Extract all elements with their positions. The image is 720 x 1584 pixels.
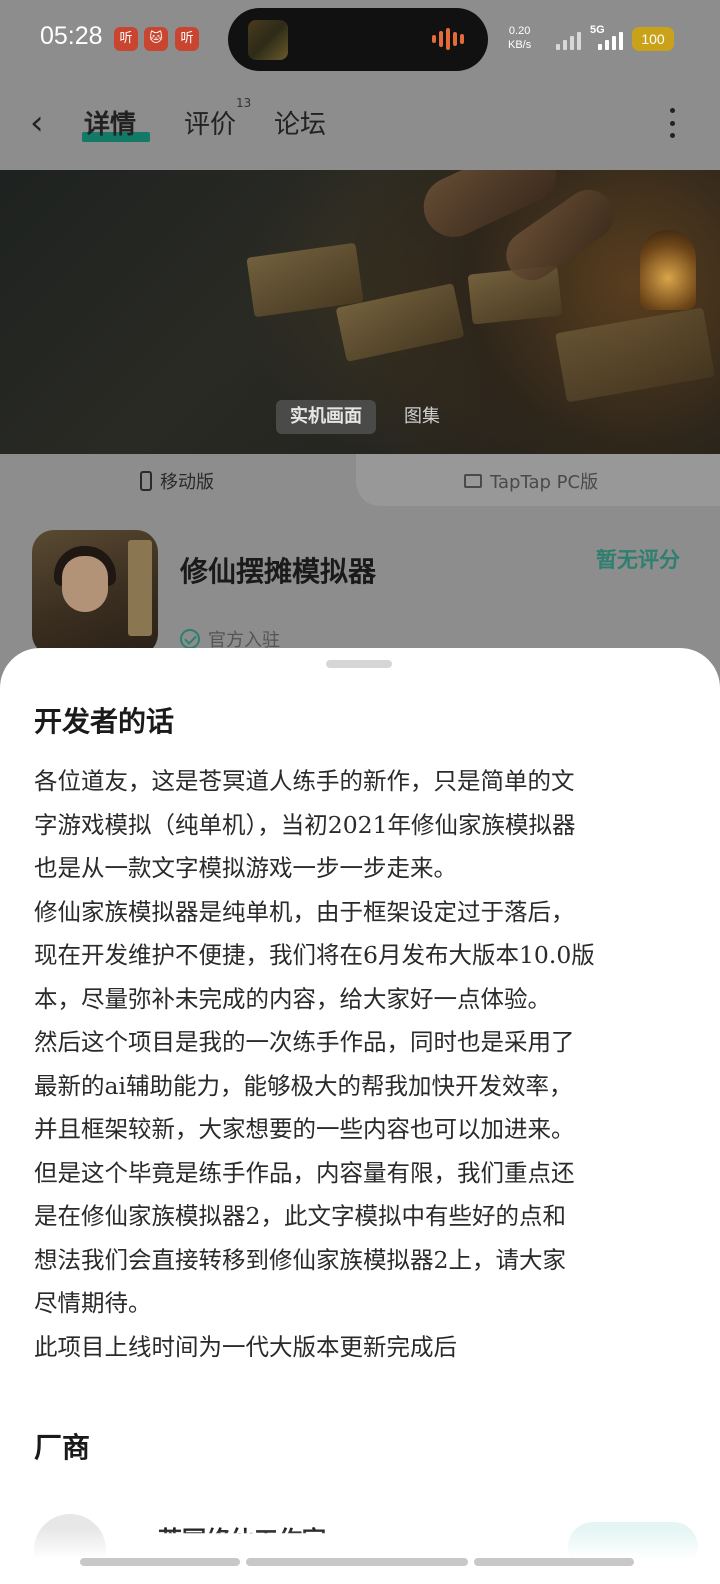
tab-details[interactable]: 详情 [84, 104, 136, 141]
app-name: 修仙摆摊模拟器 [180, 555, 377, 588]
phone-icon [140, 471, 152, 491]
notes-line: 是在修仙家族模拟器2，此文字模拟中有些好的点和 [34, 1202, 566, 1230]
lantern-image [640, 230, 696, 310]
net-speed: 0.20 KB/s [508, 24, 531, 52]
app-rating: 暂无评分 [596, 548, 680, 572]
vendor-section-title: 厂商 [34, 1431, 91, 1464]
app-icon [32, 530, 158, 656]
battery-icon: 100 [632, 27, 674, 51]
monitor-icon [464, 474, 482, 488]
notes-line: 并且框架较新，大家想要的一些内容也可以加进来。 [34, 1115, 575, 1143]
system-nav-bar [0, 1554, 720, 1566]
signal-icon-5g [598, 30, 623, 50]
platform-mobile-label: 移动版 [160, 472, 214, 493]
notes-line: 此项目上线时间为一代大版本更新完成后 [34, 1332, 457, 1361]
nav-segment[interactable] [80, 1558, 240, 1566]
tab-gameplay-footage[interactable]: 实机画面 [276, 400, 376, 434]
status-time: 05:28 [40, 22, 103, 50]
platform-switch: 移动版 TapTap PC版 [0, 454, 720, 506]
reviews-count: 13 [236, 96, 252, 110]
net-speed-unit: KB/s [508, 39, 532, 51]
media-thumbnail [248, 20, 288, 60]
notes-line: 然后这个项目是我的一次练手作品，同时也是采用了 [34, 1028, 575, 1056]
tab-reviews[interactable]: 评价 [184, 104, 236, 141]
notes-line: 各位道友，这是苍冥道人练手的新作，只是简单的文 [34, 767, 575, 795]
notes-line: 现在开发维护不便捷，我们将在6月发布大版本10.0版 [34, 941, 595, 969]
sheet-title: 开发者的话 [34, 705, 175, 738]
tab-gallery[interactable]: 图集 [390, 400, 454, 434]
nav-segment[interactable] [474, 1558, 634, 1566]
platform-mobile[interactable]: 移动版 [140, 468, 214, 494]
notes-line: 修仙家族模拟器是纯单机，由于框架设定过于落后， [34, 897, 575, 926]
notes-line: 尽情期待。 [34, 1289, 152, 1317]
notes-line: 本，尽量弥补未完成的内容，给大家好一点体验。 [34, 984, 551, 1013]
platform-pc-label: TapTap PC版 [490, 472, 599, 493]
platform-pc[interactable]: TapTap PC版 [464, 468, 598, 494]
top-nav: ‹ 详情 评价 13 论坛 [0, 88, 720, 158]
dynamic-island[interactable] [228, 8, 488, 71]
developer-notes-sheet: 开发者的话 各位道友，这是苍冥道人练手的新作，只是简单的文 字游戏模拟（纯单机）… [0, 648, 720, 1584]
nav-segment[interactable] [246, 1558, 468, 1566]
notes-line: 最新的ai辅助能力，能够极大的帮我加快开发效率， [34, 1071, 573, 1100]
sheet-drag-handle[interactable] [326, 660, 392, 668]
developer-notes-text: 各位道友，这是苍冥道人练手的新作，只是简单的文 字游戏模拟（纯单机），当初202… [34, 760, 694, 1369]
notes-line: 也是从一款文字模拟游戏一步一步走来。 [34, 854, 457, 882]
notification-badge-2: 🐱 [144, 27, 168, 51]
net-speed-value: 0.20 [508, 25, 531, 37]
notes-line: 字游戏模拟（纯单机），当初2021年修仙家族模拟器 [34, 810, 576, 839]
more-options-icon[interactable] [668, 108, 676, 138]
page-background: 05:28 听 🐱 听 0.20 KB/s 5G 100 ‹ 详情 评价 13 … [0, 0, 720, 700]
tab-forum[interactable]: 论坛 [274, 104, 326, 141]
notification-badge-1: 听 [114, 27, 138, 51]
notification-badge-3: 听 [175, 27, 199, 51]
notes-line: 想法我们会直接转移到修仙家族模拟器2上，请大家 [34, 1245, 566, 1274]
check-circle-icon [180, 629, 200, 649]
back-icon[interactable]: ‹ [30, 104, 64, 142]
signal-icon [556, 30, 581, 50]
status-bar: 05:28 听 🐱 听 0.20 KB/s 5G 100 [0, 0, 720, 80]
audio-wave-icon [432, 28, 468, 50]
notes-line: 但是这个毕竟是练手作品，内容量有限，我们重点还 [34, 1158, 575, 1187]
media-tabs: 实机画面 图集 [276, 400, 454, 434]
